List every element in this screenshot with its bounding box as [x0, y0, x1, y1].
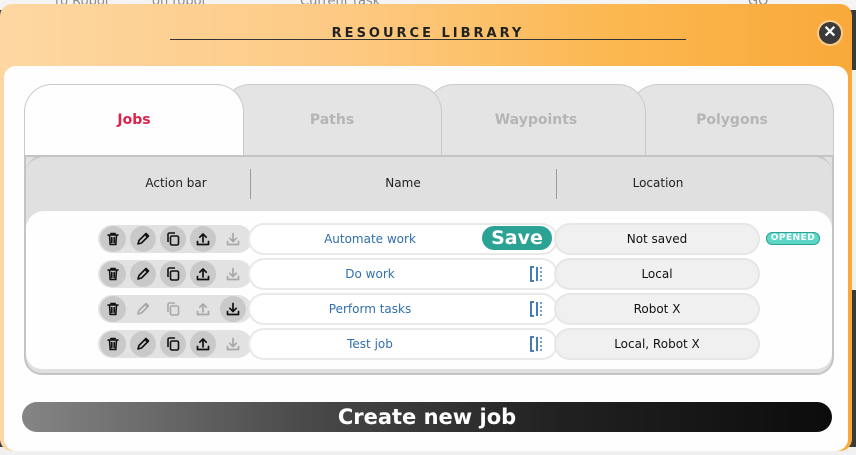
edit-button[interactable]	[130, 226, 156, 252]
download-button[interactable]	[220, 261, 246, 287]
modal-header: RESOURCE LIBRARY ✕	[0, 4, 852, 66]
modal-title: RESOURCE LIBRARY	[331, 26, 525, 41]
tab-polygons-label: Polygons	[696, 112, 768, 128]
job-name[interactable]: Do work	[250, 260, 490, 288]
upload-button[interactable]	[190, 261, 216, 287]
close-button[interactable]: ✕	[819, 22, 841, 44]
resource-library-modal: RESOURCE LIBRARY ✕ Jobs Paths Waypoints …	[0, 4, 852, 451]
job-name-field[interactable]: Perform tasks	[250, 295, 556, 323]
job-name[interactable]: Test job	[250, 330, 490, 358]
edit-button[interactable]	[130, 261, 156, 287]
side-panel-icon[interactable]	[528, 265, 546, 283]
job-name-field[interactable]: Do work	[250, 260, 556, 288]
table-body: Automate work Save Not saved OPENED Do work L…	[26, 211, 832, 369]
copy-icon	[165, 231, 181, 247]
table-header: Action bar Name Location	[26, 155, 832, 209]
delete-button[interactable]	[100, 226, 126, 252]
trash-icon	[105, 301, 121, 317]
download-button[interactable]	[220, 226, 246, 252]
download-button[interactable]	[220, 296, 246, 322]
copy-icon	[165, 336, 181, 352]
tab-paths-label: Paths	[309, 112, 355, 128]
tab-jobs-label: Jobs	[117, 112, 151, 128]
table-row: Test job Local, Robot X	[26, 328, 832, 358]
job-location: Local, Robot X	[556, 330, 758, 358]
table-row: Automate work Save Not saved OPENED	[26, 223, 832, 253]
job-name[interactable]: Perform tasks	[250, 295, 490, 323]
duplicate-button[interactable]	[160, 226, 186, 252]
download-icon	[225, 231, 241, 247]
copy-icon	[165, 301, 181, 317]
job-name[interactable]: Automate work	[250, 225, 490, 253]
action-bar	[98, 330, 252, 358]
side-panel-icon[interactable]	[528, 300, 546, 318]
job-location: Local	[556, 260, 758, 288]
jobs-table: Action bar Name Location Automate work Sa…	[24, 155, 834, 375]
delete-button[interactable]	[100, 261, 126, 287]
trash-icon	[105, 266, 121, 282]
upload-button[interactable]	[190, 331, 216, 357]
job-location: Robot X	[556, 295, 758, 323]
upload-icon	[195, 336, 211, 352]
download-icon	[225, 336, 241, 352]
download-icon	[225, 266, 241, 282]
tab-paths[interactable]: Paths	[222, 84, 442, 155]
download-icon	[225, 301, 241, 317]
header-name: Name	[385, 176, 421, 190]
upload-icon	[195, 266, 211, 282]
pencil-icon	[135, 266, 151, 282]
side-panel-icon[interactable]	[528, 335, 546, 353]
table-row: Perform tasks Robot X	[26, 293, 832, 323]
modal-body: Jobs Paths Waypoints Polygons Action bar…	[4, 66, 848, 451]
job-location: Not saved	[556, 225, 758, 253]
delete-button[interactable]	[100, 331, 126, 357]
duplicate-button[interactable]	[160, 261, 186, 287]
edit-button[interactable]	[130, 331, 156, 357]
action-bar	[98, 260, 252, 288]
download-button[interactable]	[220, 331, 246, 357]
tab-waypoints-label: Waypoints	[494, 112, 578, 128]
table-row: Do work Local	[26, 258, 832, 288]
copy-icon	[165, 266, 181, 282]
tab-waypoints[interactable]: Waypoints	[426, 84, 646, 155]
action-bar	[98, 225, 252, 253]
upload-icon	[195, 301, 211, 317]
header-action-bar: Action bar	[145, 176, 207, 190]
tab-polygons[interactable]: Polygons	[630, 84, 834, 155]
job-name-field[interactable]: Automate work Save	[250, 225, 556, 253]
pencil-icon	[135, 231, 151, 247]
duplicate-button[interactable]	[160, 296, 186, 322]
delete-button[interactable]	[100, 296, 126, 322]
upload-button[interactable]	[190, 226, 216, 252]
pencil-icon	[135, 301, 151, 317]
trash-icon	[105, 336, 121, 352]
upload-button[interactable]	[190, 296, 216, 322]
close-icon: ✕	[823, 24, 837, 41]
trash-icon	[105, 231, 121, 247]
action-bar	[98, 295, 252, 323]
status-badge: OPENED	[766, 232, 820, 245]
tab-jobs[interactable]: Jobs	[24, 84, 244, 155]
upload-icon	[195, 231, 211, 247]
edit-button[interactable]	[130, 296, 156, 322]
header-location: Location	[632, 176, 684, 190]
create-new-job-button[interactable]: Create new job	[22, 402, 832, 432]
job-name-field[interactable]: Test job	[250, 330, 556, 358]
pencil-icon	[135, 336, 151, 352]
duplicate-button[interactable]	[160, 331, 186, 357]
save-button[interactable]: Save	[482, 226, 552, 250]
